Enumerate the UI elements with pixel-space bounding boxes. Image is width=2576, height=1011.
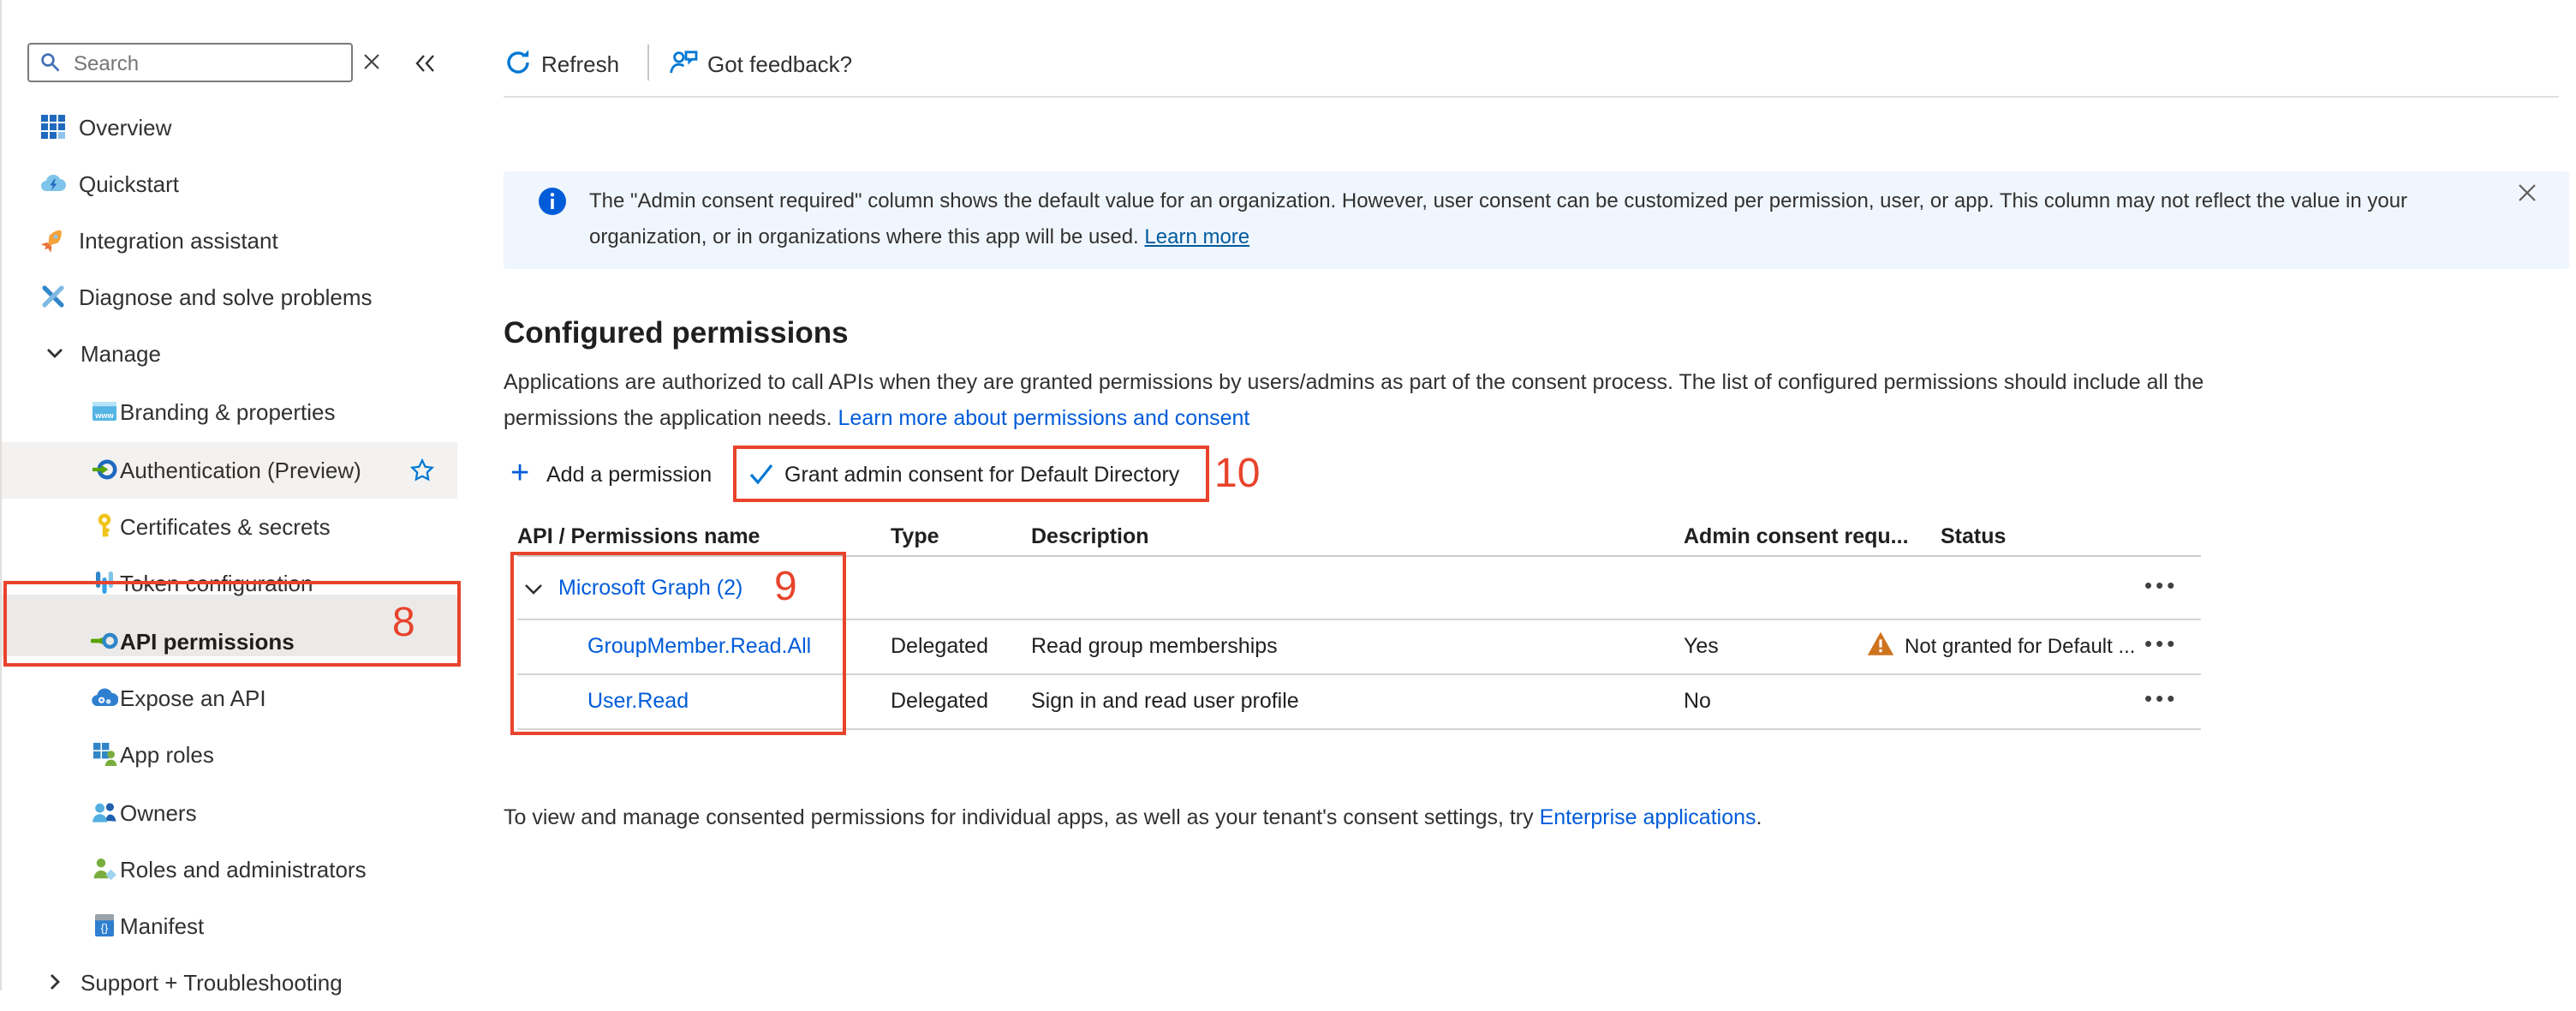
col-header-description: Description — [1031, 524, 1149, 548]
sidebar-item-overview[interactable]: Overview — [2, 99, 478, 156]
svg-text:www: www — [94, 411, 114, 420]
sidebar-group-manage[interactable]: Manage — [2, 326, 478, 382]
manifest-icon: {} — [91, 912, 118, 939]
cell-admin-consent: No — [1684, 689, 1711, 713]
people-icon — [91, 799, 118, 826]
tools-icon — [39, 283, 67, 310]
collapse-sidebar-icon[interactable] — [413, 51, 438, 75]
sidebar-item-manifest[interactable]: {} Manifest — [2, 898, 478, 954]
sidebar-item-app-roles[interactable]: App roles — [2, 727, 478, 783]
microsoft-graph-link[interactable]: Microsoft Graph (2) — [558, 576, 742, 600]
info-icon — [538, 187, 567, 216]
search-clear-icon[interactable] — [361, 51, 382, 72]
sidebar-item-token-configuration[interactable]: Token configuration — [2, 555, 478, 612]
warning-icon — [1867, 631, 1894, 656]
sidebar-item-owners[interactable]: Owners — [2, 785, 478, 841]
toolbar-divider — [647, 45, 649, 81]
cell-type: Delegated — [891, 634, 988, 658]
header-underline — [517, 555, 2201, 557]
info-banner-text: The "Admin consent required" column show… — [589, 183, 2504, 255]
sidebar-item-diagnose[interactable]: Diagnose and solve problems — [2, 269, 478, 326]
sidebar-item-roles-admins[interactable]: Roles and administrators — [2, 841, 478, 898]
cell-description: Sign in and read user profile — [1031, 689, 1299, 713]
row-divider — [517, 673, 2201, 675]
sidebar-item-expose-api[interactable]: Expose an API — [2, 670, 478, 727]
svg-text:{}: {} — [101, 922, 109, 935]
row-more-options-button[interactable]: ••• — [2144, 685, 2178, 711]
feedback-button[interactable]: Got feedback? — [707, 51, 852, 77]
app-registration-api-permissions-page: Overview Quickstart Integration assistan… — [0, 0, 2576, 990]
annotation-number-10: 10 — [1214, 451, 1260, 499]
key-icon — [91, 512, 118, 540]
bars-icon — [91, 569, 118, 596]
refresh-button[interactable]: Refresh — [541, 51, 619, 77]
row-divider — [517, 728, 2201, 730]
refresh-icon[interactable] — [504, 48, 533, 77]
page-title: Configured permissions — [504, 315, 849, 351]
cell-status: Not granted for Default ... — [1905, 634, 2136, 658]
auth-icon — [91, 456, 118, 483]
annotation-number-9: 9 — [774, 564, 797, 612]
cloud-bolt-icon — [39, 170, 67, 197]
cell-type: Delegated — [891, 689, 988, 713]
footer-note: To view and manage consented permissions… — [504, 805, 1762, 829]
rocket-icon — [39, 226, 67, 254]
sidebar: Overview Quickstart Integration assistan… — [0, 0, 478, 990]
permissions-consent-link[interactable]: Learn more about permissions and consent — [838, 406, 1250, 430]
favorite-star-icon[interactable] — [409, 458, 435, 483]
sidebar-group-support[interactable]: Support + Troubleshooting — [2, 954, 478, 1011]
cell-admin-consent: Yes — [1684, 634, 1719, 658]
search-input[interactable] — [70, 46, 348, 81]
permission-link[interactable]: GroupMember.Read.All — [587, 634, 811, 658]
grid-person-icon — [91, 740, 118, 768]
sidebar-item-authentication[interactable]: Authentication (Preview) — [2, 442, 478, 499]
feedback-icon[interactable] — [668, 46, 699, 77]
person-cube-icon — [91, 855, 118, 882]
cell-description: Read group memberships — [1031, 634, 1278, 658]
add-permission-button[interactable]: Add a permission — [546, 463, 712, 487]
sidebar-item-integration-assistant[interactable]: Integration assistant — [2, 212, 478, 269]
checkmark-icon — [748, 463, 774, 485]
expand-chevron-icon[interactable] — [522, 579, 545, 600]
grid-icon — [39, 113, 67, 141]
row-divider — [517, 619, 2201, 620]
cloud-gear-icon — [91, 684, 118, 711]
toolbar-underline — [504, 96, 2559, 98]
permission-link[interactable]: User.Read — [587, 689, 689, 713]
api-permission-icon — [91, 627, 118, 655]
search-icon — [39, 51, 62, 74]
browser-icon: www — [91, 398, 118, 425]
row-more-options-button[interactable]: ••• — [2144, 631, 2178, 656]
col-header-type: Type — [891, 524, 939, 548]
sidebar-item-branding[interactable]: www Branding & properties — [2, 384, 478, 440]
search-input-wrapper — [27, 43, 353, 82]
sidebar-item-api-permissions[interactable]: API permissions — [2, 613, 478, 670]
col-header-api-permissions-name: API / Permissions name — [517, 524, 760, 548]
banner-close-icon[interactable] — [2516, 182, 2538, 204]
enterprise-applications-link[interactable]: Enterprise applications — [1540, 805, 1756, 829]
banner-learn-more-link[interactable]: Learn more — [1144, 224, 1249, 248]
sidebar-item-quickstart[interactable]: Quickstart — [2, 156, 478, 212]
chevron-right-icon — [43, 968, 70, 996]
section-description: Applications are authorized to call APIs… — [504, 365, 2285, 437]
col-header-admin-consent: Admin consent requ... — [1684, 524, 1909, 548]
grant-admin-consent-button[interactable]: Grant admin consent for Default Director… — [784, 463, 1179, 487]
col-header-status: Status — [1941, 524, 2006, 548]
plus-icon: + — [510, 456, 529, 494]
sidebar-item-certificates[interactable]: Certificates & secrets — [2, 499, 478, 555]
chevron-down-icon — [43, 339, 70, 367]
row-more-options-button[interactable]: ••• — [2144, 572, 2178, 598]
